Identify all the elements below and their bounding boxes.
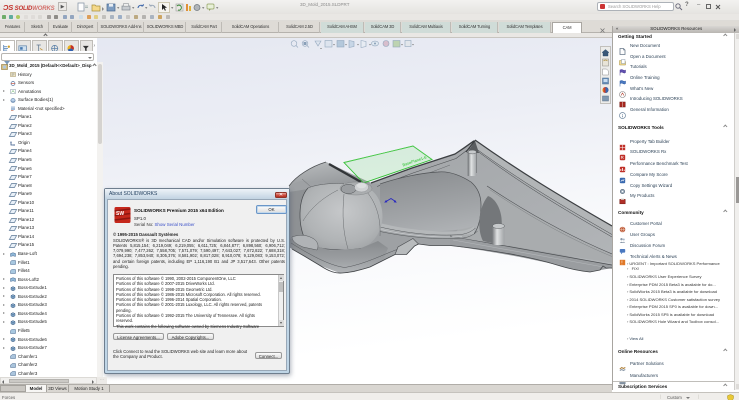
- svg-text:SW: SW: [116, 211, 124, 217]
- svg-text:!: !: [621, 260, 622, 266]
